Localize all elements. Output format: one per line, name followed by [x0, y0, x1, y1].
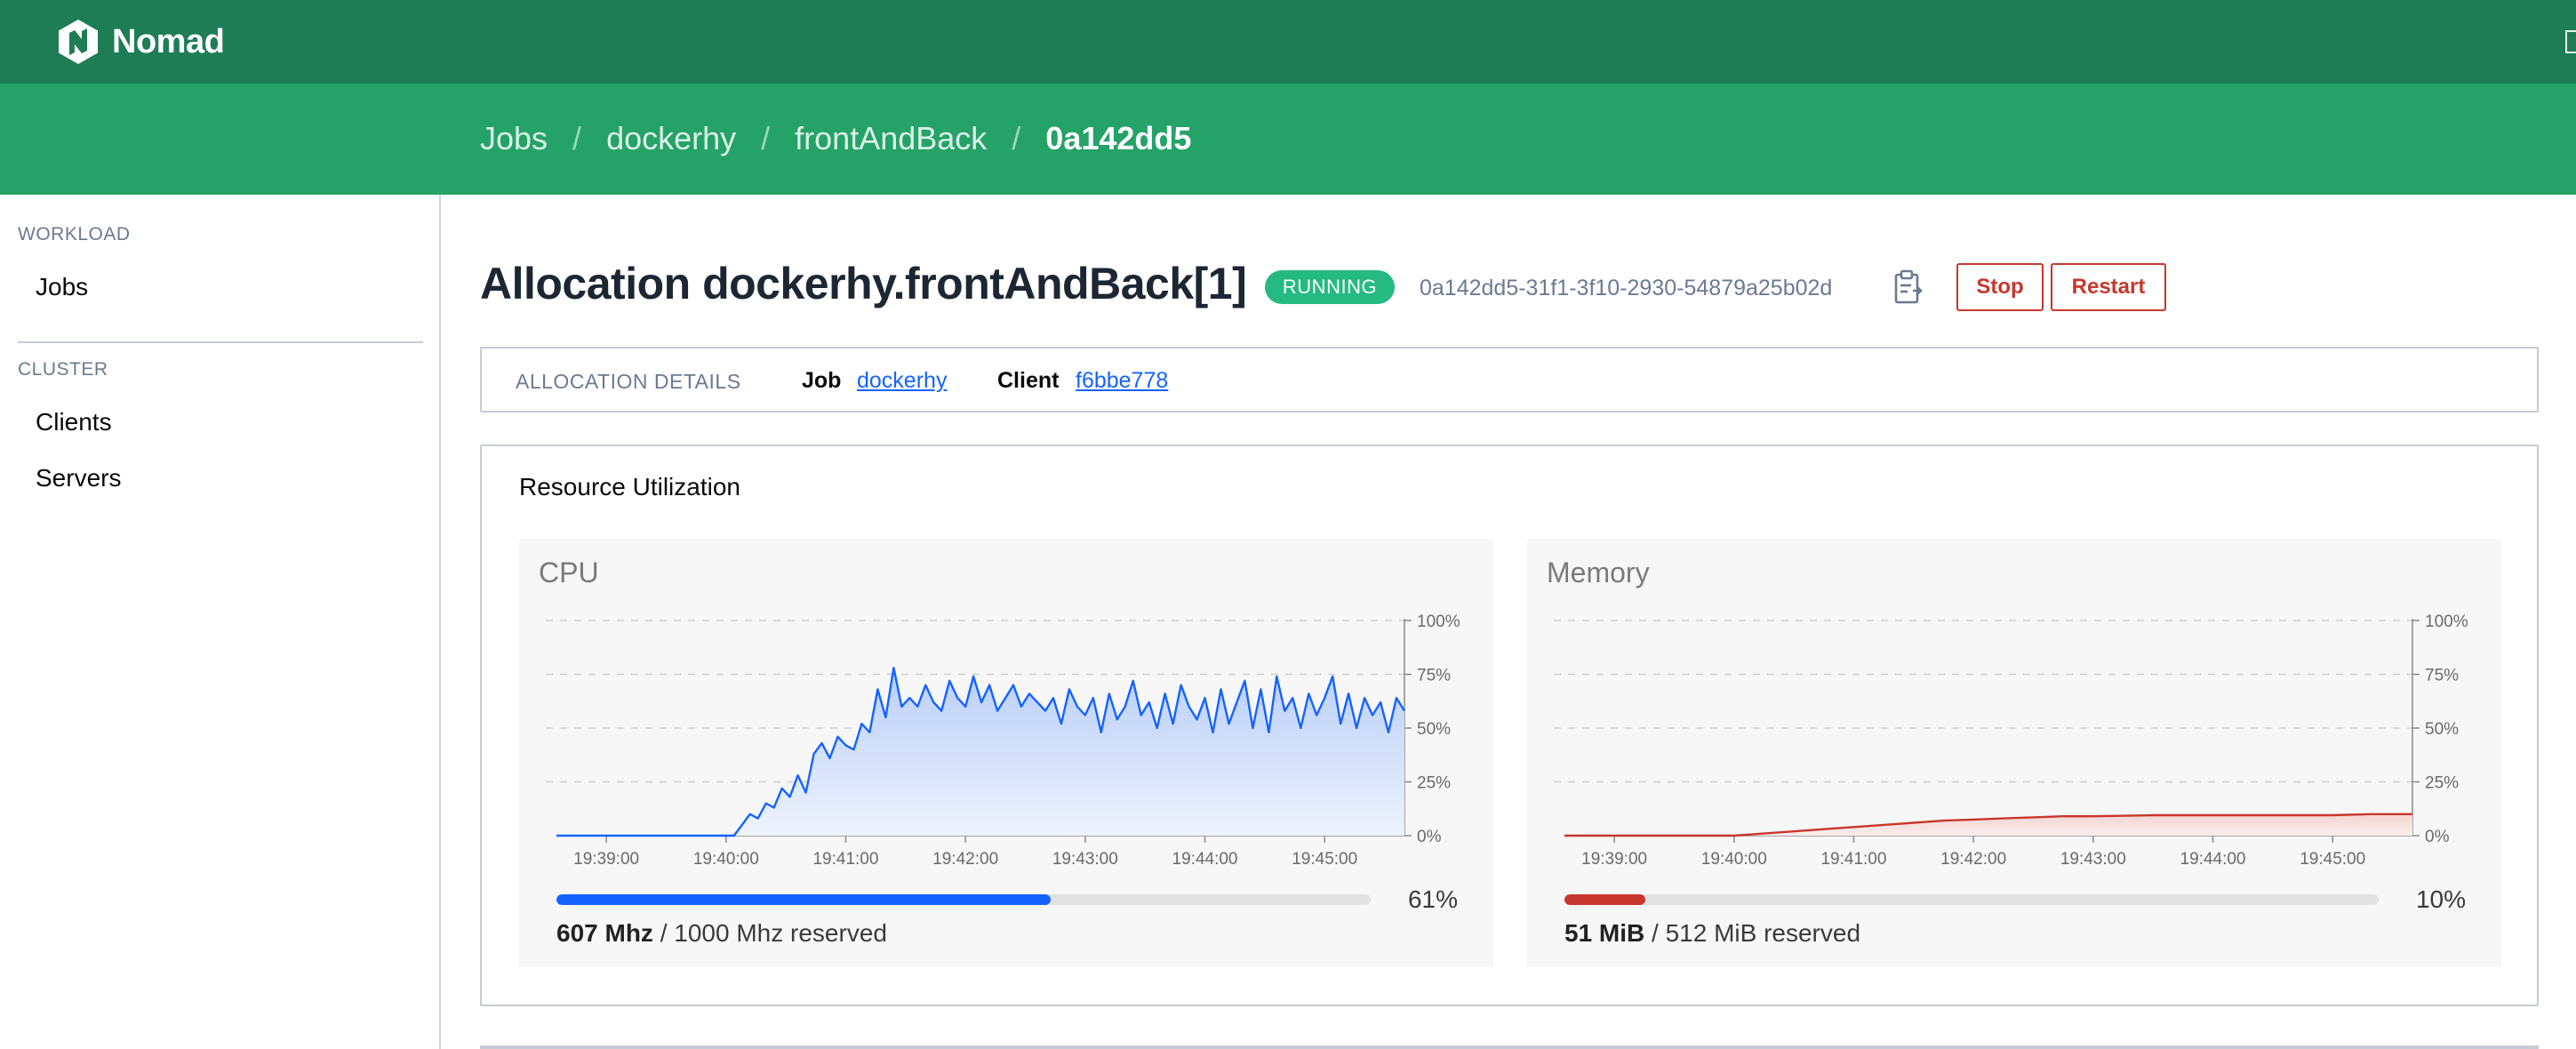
sidebar-item-servers[interactable]: Servers: [36, 464, 121, 492]
sidebar-item-clients[interactable]: Clients: [36, 408, 112, 436]
allocation-id: 0a142dd5-31f1-3f10-2930-54879a25b02d: [1420, 276, 1833, 300]
cpu-x-tick-label: 19:45:00: [1292, 850, 1357, 869]
breadcrumb-separator: /: [1012, 120, 1021, 156]
stop-button[interactable]: Stop: [1956, 263, 2044, 311]
memory-x-tick-label: 19:40:00: [1701, 850, 1767, 869]
cpu-x-tick-label: 19:39:00: [573, 850, 639, 869]
cpu-x-tick-label: 19:42:00: [932, 850, 998, 869]
breadcrumb-allocation: 0a142dd5: [1045, 120, 1192, 156]
memory-progress-fill: [1564, 894, 1646, 905]
client-label: Client: [997, 368, 1060, 393]
memory-usage: 51 MiB / 512 MiB reserved: [1564, 919, 1860, 948]
breadcrumb-jobs[interactable]: Jobs: [480, 119, 548, 158]
breadcrumb-separator: /: [572, 120, 582, 156]
cpu-x-tick-label: 19:40:00: [693, 850, 759, 869]
sidebar: WORKLOAD Jobs CLUSTER Clients Servers: [0, 195, 441, 1049]
cpu-progress-track: [556, 894, 1371, 905]
sidebar-item-jobs[interactable]: Jobs: [36, 273, 88, 301]
memory-percent: 10%: [2415, 885, 2466, 913]
memory-used: 51 MiB: [1564, 919, 1645, 947]
cpu-x-tick-label: 19:44:00: [1172, 850, 1238, 869]
breadcrumb-task-group[interactable]: frontAndBack: [795, 119, 987, 158]
breadcrumb-bar: Jobs / dockerhy / frontAndBack / 0a142dd…: [0, 84, 2576, 195]
cpu-y-tick-label: 25%: [1417, 774, 1451, 793]
memory-y-tick-label: 75%: [2425, 667, 2459, 685]
memory-x-tick-label: 19:42:00: [1940, 850, 2006, 869]
cpu-y-tick-label: 100%: [1417, 613, 1460, 631]
window-edge-icon: [2565, 30, 2576, 53]
restart-button[interactable]: Restart: [2051, 263, 2166, 311]
page-title: Allocation dockerhy.frontAndBack[1]: [480, 259, 1247, 308]
cpu-percent: 61%: [1407, 885, 1458, 913]
top-nav: Nomad: [0, 0, 2576, 84]
memory-x-tick-label: 19:39:00: [1581, 850, 1647, 869]
cpu-y-tick-label: 50%: [1417, 720, 1451, 739]
memory-y-tick-label: 100%: [2425, 613, 2468, 631]
breadcrumb-job[interactable]: dockerhy: [606, 119, 736, 158]
memory-x-tick-label: 19:43:00: [2060, 850, 2126, 869]
cpu-area: [556, 668, 1404, 836]
cpu-chart: 100% 75% 50% 25% 0% 19:39:00 19:40:00 19:41:00 1…: [546, 613, 1460, 869]
status-badge: RUNNING: [1265, 270, 1395, 304]
resource-title: Resource Utilization: [519, 473, 740, 500]
memory-x-tick-label: 19:44:00: [2180, 850, 2246, 869]
memory-x-tick-label: 19:45:00: [2300, 850, 2365, 869]
cpu-x-tick-label: 19:43:00: [1052, 850, 1118, 869]
cpu-progress-fill: [556, 894, 1051, 905]
memory-area: [1564, 813, 2412, 836]
cpu-panel: CPU 100% 75% 50% 25% 0% 19:39:00 19:40:00 19:41…: [519, 539, 1493, 967]
next-section-edge: [480, 1045, 2539, 1049]
breadcrumb: Jobs / dockerhy / frontAndBack / 0a142dd…: [480, 119, 1191, 158]
allocation-details: ALLOCATION DETAILS Job dockerhy Client f…: [480, 347, 2539, 412]
resource-utilization: Resource Utilization CPU 100% 75% 50% 25% 0%…: [480, 444, 2539, 1006]
memory-y-tick-label: 50%: [2425, 720, 2459, 739]
cpu-used: 607 Mhz: [556, 919, 653, 947]
client-link[interactable]: f6bbe778: [1076, 368, 1168, 394]
cpu-usage: 607 Mhz / 1000 Mhz reserved: [556, 919, 887, 948]
sidebar-heading-workload: WORKLOAD: [18, 224, 131, 244]
memory-y-tick-label: 25%: [2425, 774, 2459, 793]
cpu-y-tick-label: 0%: [1417, 828, 1442, 846]
job-label: Job: [802, 368, 842, 393]
sidebar-divider: [18, 341, 423, 343]
job-link[interactable]: dockerhy: [857, 368, 947, 394]
app-name[interactable]: Nomad: [112, 20, 225, 64]
breadcrumb-separator: /: [761, 120, 771, 156]
memory-x-tick-label: 19:41:00: [1820, 850, 1886, 869]
cpu-x-tick-label: 19:41:00: [812, 850, 878, 869]
memory-y-tick-label: 0%: [2425, 828, 2450, 846]
nomad-logo-icon[interactable]: [57, 20, 100, 64]
memory-chart: 100% 75% 50% 25% 0% 19:39:00 19:40:00 19:41:00 1…: [1554, 613, 2468, 869]
clipboard-icon[interactable]: [1893, 269, 1924, 305]
memory-reserved: / 512 MiB reserved: [1644, 919, 1861, 947]
sidebar-heading-cluster: CLUSTER: [18, 359, 108, 380]
memory-progress-track: [1564, 894, 2379, 905]
details-heading: ALLOCATION DETAILS: [516, 370, 741, 393]
cpu-y-tick-label: 75%: [1417, 667, 1451, 685]
memory-panel: Memory 100% 75% 50% 25% 0% 19:39:00 19:40:00 19…: [1527, 539, 2501, 967]
cpu-reserved: / 1000 Mhz reserved: [652, 919, 887, 947]
